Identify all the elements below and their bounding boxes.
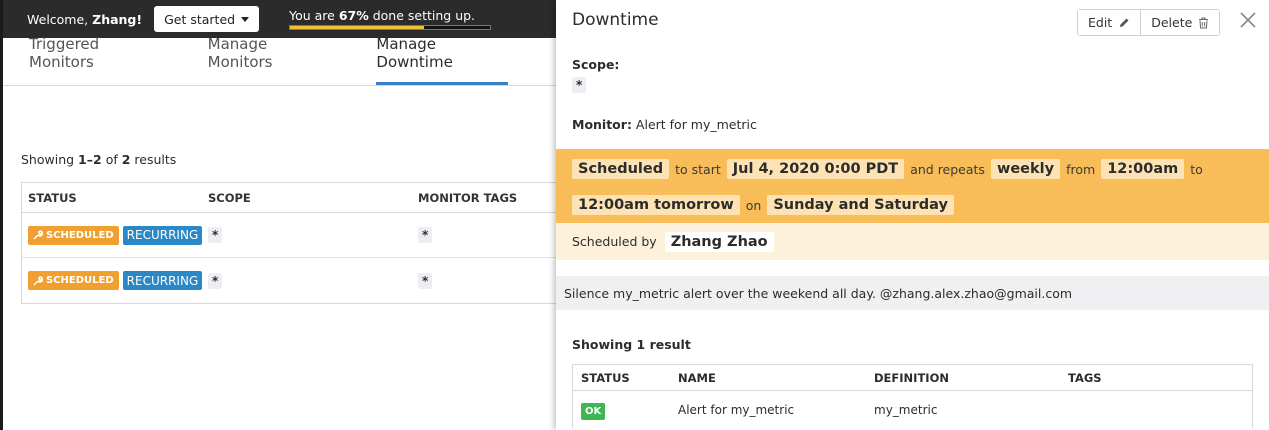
schedule-from-time: 12:00am <box>1101 159 1185 179</box>
scope-section: Scope: * <box>572 57 619 93</box>
recurring-badge: RECURRING <box>122 271 203 290</box>
column-tags[interactable]: TAGS <box>1068 371 1248 385</box>
column-scope[interactable]: SCOPE <box>208 191 418 205</box>
scheduled-badge: SCHEDULED <box>28 271 119 290</box>
table-header: STATUS SCOPE MONITOR TAGS <box>22 183 561 213</box>
trash-icon <box>1199 17 1209 28</box>
welcome-user-name: Zhang! <box>92 11 143 27</box>
row-status: SCHEDULED RECURRING <box>22 225 208 245</box>
row-definition: my_metric <box>874 403 938 417</box>
edit-button[interactable]: Edit <box>1078 10 1141 35</box>
schedule-repeats-text: and repeats <box>910 161 985 177</box>
monitor-label: Monitor: <box>572 117 632 132</box>
downtime-message: Silence my_metric alert over the weekend… <box>556 276 1269 310</box>
pencil-icon <box>1120 18 1129 27</box>
scope-chip: * <box>208 272 223 289</box>
downtime-table: STATUS SCOPE MONITOR TAGS SCHEDULED RECU… <box>21 182 561 304</box>
schedule-start: Jul 4, 2020 0:00 PDT <box>726 159 905 179</box>
caret-down-icon <box>241 16 250 22</box>
schedule-status: Scheduled <box>572 159 670 179</box>
delete-button[interactable]: Delete <box>1140 10 1220 35</box>
welcome-prefix: Welcome, <box>27 11 89 27</box>
monitor-table-header: STATUS NAME DEFINITION TAGS <box>573 365 1252 391</box>
schedule-on-text: on <box>745 197 762 213</box>
panel-title: Downtime <box>572 10 659 30</box>
setup-progress: You are 67% done setting up. <box>289 8 492 30</box>
progress-bar-fill <box>290 26 425 29</box>
progress-suffix: done setting up. <box>372 8 476 23</box>
background-app: Welcome, Zhang! Get started You are 67% … <box>0 0 561 430</box>
tab-manage-downtime[interactable]: Manage Downtime <box>376 35 508 85</box>
column-monitor-tags[interactable]: MONITOR TAGS <box>418 191 558 205</box>
tags-chip: * <box>418 272 433 289</box>
recurring-badge: RECURRING <box>122 225 203 245</box>
column-definition[interactable]: DEFINITION <box>874 371 1068 385</box>
schedule-to-text: to <box>1190 161 1203 177</box>
progress-text: You are 67% done setting up. <box>289 8 491 23</box>
scope-chip: * <box>208 227 223 243</box>
column-name[interactable]: NAME <box>678 371 874 385</box>
schedule-line-1: Scheduled to start Jul 4, 2020 0:00 PDT … <box>572 154 1253 184</box>
progress-bar <box>289 25 492 30</box>
table-row[interactable]: SCHEDULED RECURRING * * <box>22 213 561 258</box>
schedule-line-2: 12:00am tomorrow on Sunday and Saturday <box>572 190 1253 220</box>
row-scope: * <box>208 272 418 289</box>
monitor-results-count: Showing 1 result <box>572 337 691 352</box>
monitor-tabs: Triggered Monitors Manage Monitors Manag… <box>3 35 556 86</box>
results-count: Showing 1–2 of 2 results <box>21 152 176 167</box>
delete-label: Delete <box>1151 15 1193 30</box>
edit-label: Edit <box>1088 15 1113 30</box>
scheduled-by: Scheduled by Zhang Zhao <box>556 223 1269 260</box>
results-total: 2 <box>121 152 131 167</box>
row-scope: * <box>208 227 418 243</box>
results-suffix: results <box>134 152 177 167</box>
scheduled-by-label: Scheduled by <box>572 234 657 249</box>
scope-label: Scope: <box>572 57 620 72</box>
wrench-icon <box>33 230 43 240</box>
welcome-text: Welcome, Zhang! <box>27 12 142 27</box>
results-range: 1–2 <box>78 152 102 167</box>
scheduled-by-name: Zhang Zhao <box>664 231 774 252</box>
close-icon[interactable] <box>1239 11 1257 29</box>
results-prefix: Showing <box>21 152 75 167</box>
schedule-to-start-text: to start <box>675 161 721 177</box>
get-started-label: Get started <box>164 11 236 27</box>
wrench-icon <box>33 275 43 285</box>
row-status: SCHEDULED RECURRING <box>22 271 208 290</box>
row-tags: * <box>418 272 558 289</box>
schedule-summary: Scheduled to start Jul 4, 2020 0:00 PDT … <box>556 149 1269 223</box>
tab-triggered-monitors[interactable]: Triggered Monitors <box>29 35 160 85</box>
progress-prefix: You are <box>289 8 335 23</box>
table-row[interactable]: OK Alert for my_metric my_metric <box>573 391 1252 429</box>
column-status[interactable]: STATUS <box>573 371 678 385</box>
progress-percent: 67% <box>338 8 369 23</box>
scope-value-chip: * <box>572 77 587 93</box>
row-status: OK <box>573 403 678 420</box>
schedule-frequency: weekly <box>990 159 1061 179</box>
scheduled-label: SCHEDULED <box>46 275 114 286</box>
table-row[interactable]: SCHEDULED RECURRING * * <box>22 258 561 303</box>
panel-actions: Edit Delete <box>1077 9 1221 36</box>
ok-badge: OK <box>581 403 606 420</box>
scheduled-badge: SCHEDULED <box>28 225 119 245</box>
row-name[interactable]: Alert for my_metric <box>678 403 874 417</box>
monitor-table: STATUS NAME DEFINITION TAGS OK Alert for… <box>572 364 1253 428</box>
row-tags: * <box>418 227 558 243</box>
schedule-days: Sunday and Saturday <box>767 195 954 215</box>
results-of: of <box>105 152 118 167</box>
scheduled-label: SCHEDULED <box>46 229 114 241</box>
monitor-line: Monitor: Alert for my_metric <box>572 117 757 132</box>
tags-chip: * <box>418 227 433 243</box>
tab-manage-monitors[interactable]: Manage Monitors <box>208 35 329 85</box>
schedule-to-time: 12:00am tomorrow <box>572 195 740 215</box>
get-started-button[interactable]: Get started <box>154 6 260 32</box>
top-bar: Welcome, Zhang! Get started You are 67% … <box>3 0 556 38</box>
schedule-from-text: from <box>1066 161 1096 177</box>
downtime-panel: Downtime Edit Delete Scope: * Monitor: A… <box>556 0 1269 430</box>
column-status[interactable]: STATUS <box>22 191 208 205</box>
monitor-value: Alert for my_metric <box>635 117 757 132</box>
